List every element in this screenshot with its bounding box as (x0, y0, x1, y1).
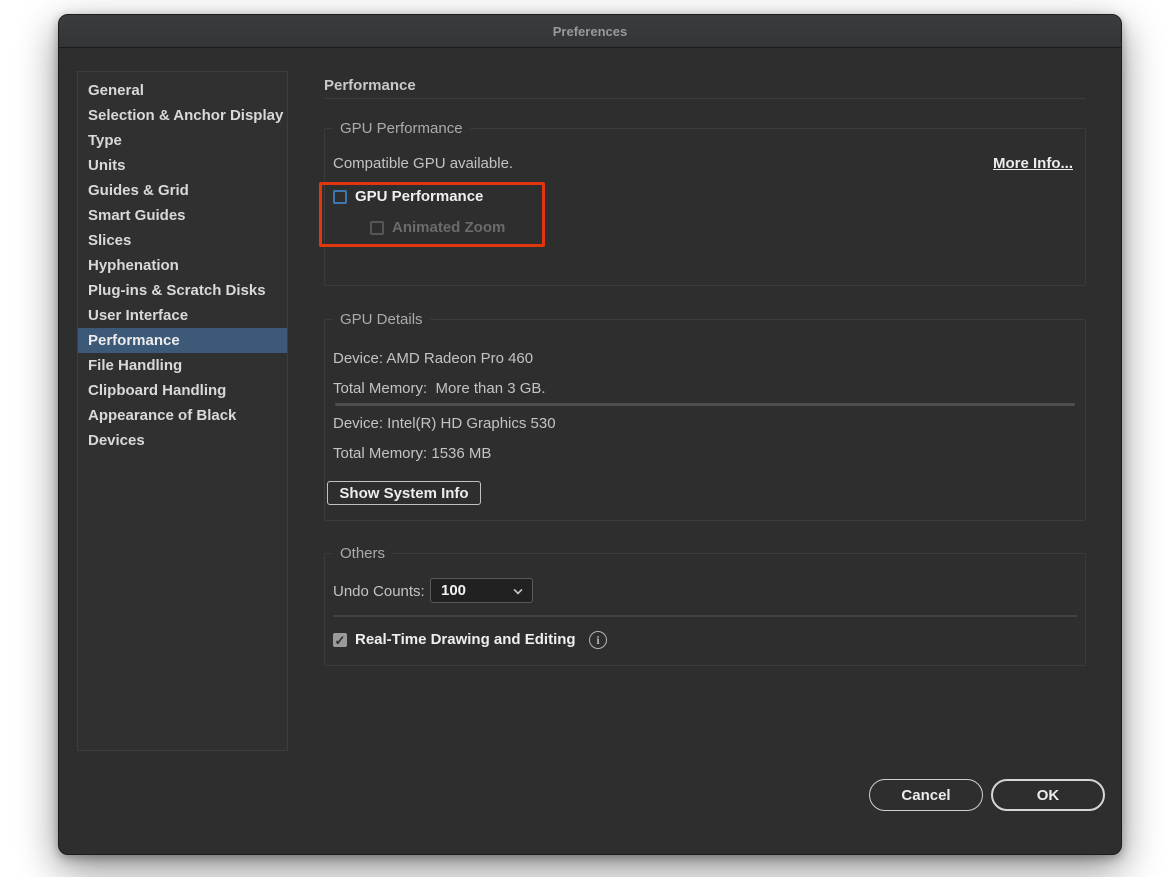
sidebar-item-appearance-of-black[interactable]: Appearance of Black (78, 403, 287, 428)
gpu-memory-1: Total Memory: More than 3 GB. (333, 380, 546, 397)
others-divider (333, 615, 1077, 617)
others-legend: Others (333, 545, 392, 562)
ok-button[interactable]: OK (991, 779, 1105, 811)
gpu-device-1: Device: AMD Radeon Pro 460 (333, 350, 533, 367)
sidebar-item-user-interface[interactable]: User Interface (78, 303, 287, 328)
sidebar-item-plugins-scratch-disks[interactable]: Plug-ins & Scratch Disks (78, 278, 287, 303)
sidebar-item-file-handling[interactable]: File Handling (78, 353, 287, 378)
info-icon[interactable]: i (589, 631, 607, 649)
gpu-performance-group: GPU Performance Compatible GPU available… (324, 128, 1086, 286)
sidebar-item-slices[interactable]: Slices (78, 228, 287, 253)
title-divider (324, 98, 1086, 99)
undo-counts-select[interactable]: 100 (430, 578, 533, 603)
realtime-drawing-checkbox[interactable]: ✓ (333, 633, 347, 647)
gpu-memory-2: Total Memory: 1536 MB (333, 445, 491, 462)
sidebar-item-general[interactable]: General (78, 78, 287, 103)
cancel-button[interactable]: Cancel (869, 779, 983, 811)
performance-panel: Performance GPU Performance Compatible G… (324, 63, 1086, 843)
gpu-device-2: Device: Intel(R) HD Graphics 530 (333, 415, 556, 432)
gpu-performance-checkbox[interactable] (333, 190, 347, 204)
sidebar-item-units[interactable]: Units (78, 153, 287, 178)
sidebar-item-selection-anchor-display[interactable]: Selection & Anchor Display (78, 103, 287, 128)
title-bar[interactable]: Preferences (59, 15, 1121, 48)
page-title: Performance (324, 77, 416, 94)
sidebar-item-type[interactable]: Type (78, 128, 287, 153)
window-title: Preferences (553, 24, 627, 39)
gpu-details-group: GPU Details Device: AMD Radeon Pro 460 T… (324, 319, 1086, 521)
undo-counts-value: 100 (441, 582, 466, 599)
check-icon: ✓ (335, 633, 346, 648)
preferences-dialog: Preferences General Selection & Anchor D… (58, 14, 1122, 855)
gpu-details-legend: GPU Details (333, 311, 430, 328)
sidebar-item-performance[interactable]: Performance (78, 328, 287, 353)
sidebar-item-hyphenation[interactable]: Hyphenation (78, 253, 287, 278)
info-icon-letter: i (596, 633, 599, 647)
sidebar-item-devices[interactable]: Devices (78, 428, 287, 453)
animated-zoom-checkbox (370, 221, 384, 235)
gpu-performance-checkbox-label[interactable]: GPU Performance (355, 188, 483, 205)
realtime-drawing-checkbox-label[interactable]: Real-Time Drawing and Editing (355, 631, 576, 648)
gpu-status-text: Compatible GPU available. (333, 155, 513, 172)
sidebar-item-smart-guides[interactable]: Smart Guides (78, 203, 287, 228)
gpu-details-divider (335, 403, 1075, 406)
others-group: Others Undo Counts: 100 ✓ Real-Time Draw… (324, 553, 1086, 666)
sidebar-item-clipboard-handling[interactable]: Clipboard Handling (78, 378, 287, 403)
preferences-category-list: General Selection & Anchor Display Type … (77, 71, 288, 751)
undo-counts-label: Undo Counts: (333, 583, 425, 600)
more-info-link[interactable]: More Info... (993, 155, 1073, 172)
chevron-down-icon (513, 585, 522, 594)
sidebar-item-guides-grid[interactable]: Guides & Grid (78, 178, 287, 203)
show-system-info-button[interactable]: Show System Info (327, 481, 481, 505)
gpu-performance-legend: GPU Performance (333, 120, 470, 137)
animated-zoom-checkbox-label: Animated Zoom (392, 219, 505, 236)
